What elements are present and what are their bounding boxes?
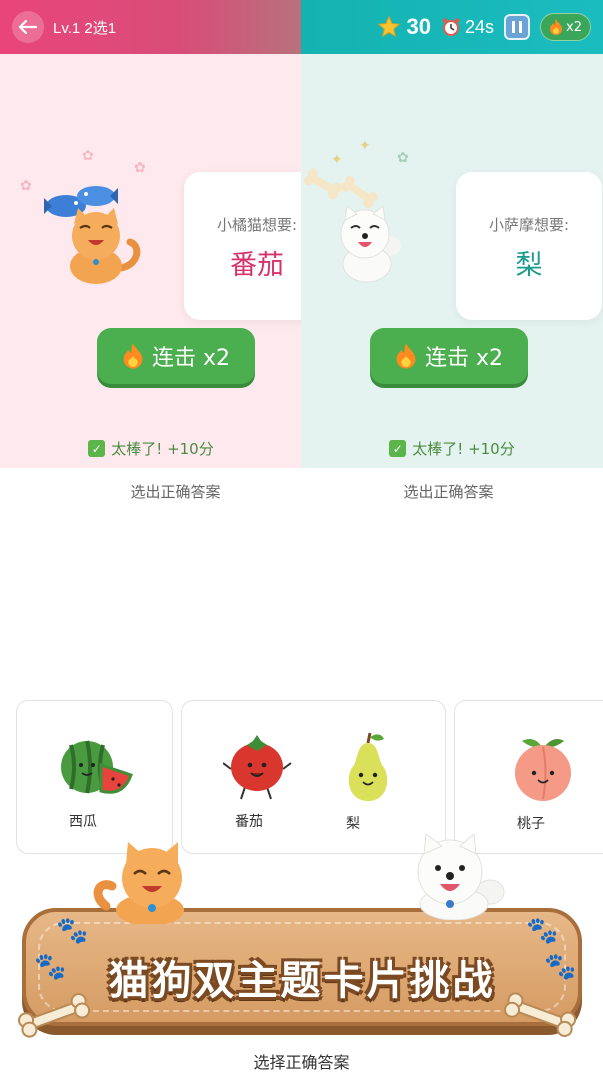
watermelon-icon — [61, 740, 133, 794]
alarm-clock-icon — [442, 18, 460, 36]
tomato-icon — [222, 735, 292, 800]
pause-button[interactable] — [504, 14, 531, 40]
top-bar-left: Lv.1 2选1 — [0, 0, 301, 54]
cat-wish-card: 小橘猫想要: 番茄 — [184, 172, 302, 320]
flower-icon: ✿ — [397, 150, 409, 166]
option-watermelon: 西瓜 — [45, 735, 145, 831]
cat-prompt: 选出正确答案 — [130, 483, 221, 501]
top-bar-right: 30 24s x2 — [301, 0, 603, 54]
option-card-peach[interactable]: 桃子 — [454, 700, 603, 854]
dog-wish-card: 小萨摩想要: 梨 — [456, 172, 602, 320]
option-label: 梨 — [346, 816, 360, 832]
bottom-prompt: 选择正确答案 — [253, 1053, 350, 1072]
samoyed-mascot-icon — [417, 832, 505, 920]
cat-feedback: ✓ 太棒了! +10分 — [0, 438, 302, 459]
star-icon — [377, 15, 400, 38]
peach-icon — [515, 739, 571, 801]
paw-icon: 🐾 — [56, 916, 89, 946]
dog-wish-item: 梨 — [515, 250, 543, 281]
option-label: 西瓜 — [69, 814, 97, 830]
level-label: Lv.1 2选1 — [53, 19, 117, 37]
dog-feedback-text: 太棒了! +10分 — [412, 440, 515, 458]
paw-icon: 🐾 — [526, 916, 559, 946]
option-card-pair[interactable]: 番茄 梨 — [181, 700, 446, 854]
samoyed-character-icon — [340, 205, 401, 283]
cat-character-icon — [70, 208, 141, 284]
checkmark-icon: ✓ — [88, 440, 106, 457]
cat-panel: ✿ ✿ ✿ 小橘猫想要: 番茄 连击 x2 ✓ 太棒了! +10分 — [0, 54, 302, 468]
combo-badge: x2 — [540, 13, 591, 41]
score-display: 30 — [377, 14, 431, 40]
cat-mascot-icon — [93, 842, 184, 924]
pause-icon — [512, 21, 523, 33]
cat-wish-label: 小橘猫想要: — [216, 216, 298, 234]
timer-display: 24s — [441, 17, 494, 38]
timer-value: 24s — [465, 16, 495, 37]
back-arrow-icon — [18, 19, 38, 35]
combo-badge-value: x2 — [566, 19, 582, 35]
dog-feedback: ✓ 太棒了! +10分 — [301, 438, 603, 459]
dog-panel: ✦ ✦ ✿ 小萨摩想要: 梨 连击 x2 ✓ 太棒了! +10分 — [301, 54, 603, 468]
option-peach: 桃子 — [493, 733, 593, 833]
cat-wish-item: 番茄 — [230, 250, 284, 281]
cat-combo-button[interactable]: 连击 x2 — [97, 328, 255, 384]
flower-icon: ✿ — [134, 160, 146, 176]
dog-prompt: 选出正确答案 — [403, 483, 494, 501]
bone-icon — [18, 993, 91, 1038]
dog-wish-label: 小萨摩想要: — [488, 216, 570, 234]
score-value: 30 — [406, 14, 431, 39]
flower-icon: ✿ — [20, 178, 32, 194]
game-screen: Lv.1 2选1 30 24s x2 ✿ ✿ ✿ 小橘猫想要: 番茄 连击 x2… — [0, 0, 603, 1080]
fire-icon — [396, 343, 416, 369]
dog-combo-button[interactable]: 连击 x2 — [370, 328, 528, 384]
back-button[interactable] — [12, 11, 44, 43]
fire-icon — [123, 343, 143, 369]
pear-icon — [348, 732, 388, 801]
cat-combo-label: 连击 x2 — [151, 346, 230, 371]
dog-combo-label: 连击 x2 — [424, 346, 503, 371]
top-bar: Lv.1 2选1 30 24s x2 — [0, 0, 603, 54]
sparkle-icon: ✦ — [359, 138, 371, 154]
fire-icon — [550, 19, 563, 35]
bone-icon — [504, 992, 577, 1037]
option-label: 桃子 — [517, 816, 545, 832]
cat-feedback-text: 太棒了! +10分 — [111, 440, 214, 458]
checkmark-icon: ✓ — [389, 440, 407, 457]
option-card-watermelon[interactable]: 西瓜 — [16, 700, 173, 854]
option-pear[interactable]: 梨 — [318, 731, 418, 833]
flower-icon: ✿ — [82, 148, 94, 164]
